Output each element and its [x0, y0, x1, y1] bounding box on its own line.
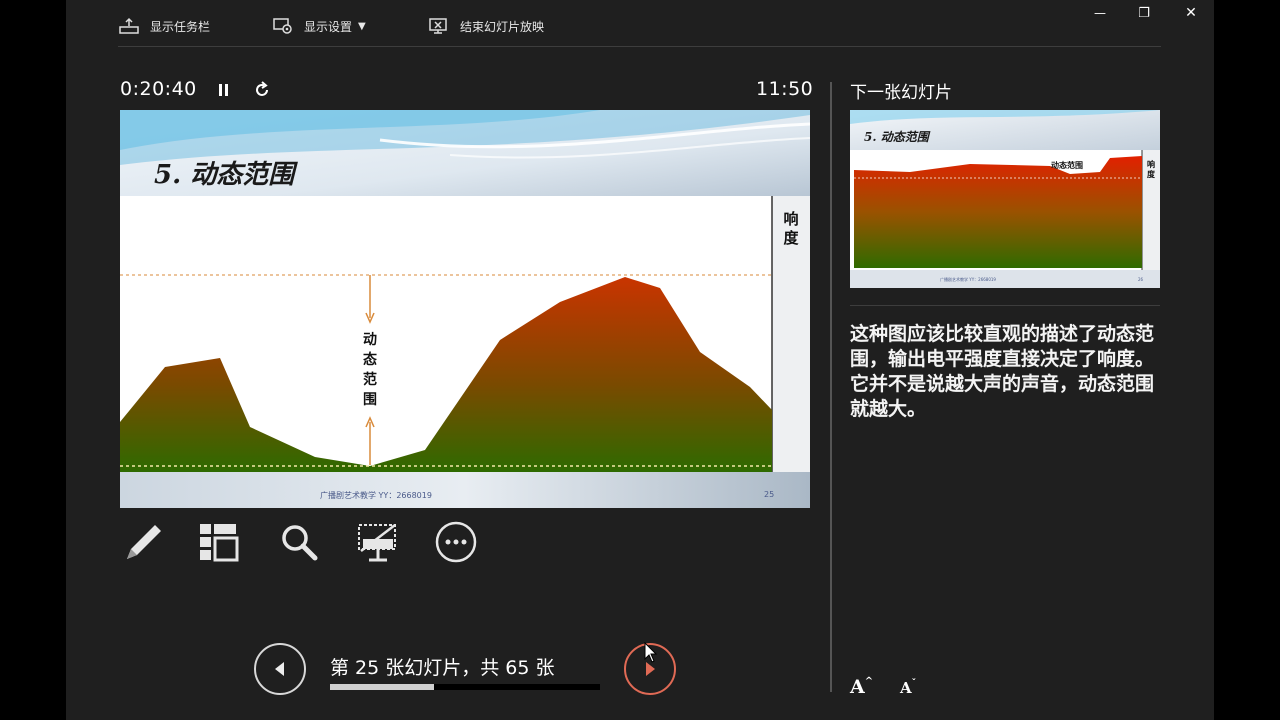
next-slide-title: 5. 动态范围: [864, 130, 929, 144]
show-taskbar-button[interactable]: 显示任务栏: [118, 14, 210, 38]
end-slideshow-label: 结束幻灯片放映: [460, 19, 545, 34]
close-button[interactable]: ✕: [1177, 4, 1205, 22]
display-settings-button[interactable]: 显示设置 ▼: [272, 14, 366, 38]
range-char-2: 态: [363, 352, 377, 368]
response-char-2: 度: [783, 229, 799, 247]
next-response-char-1: 响: [1147, 160, 1155, 169]
notes-divider: [850, 305, 1160, 306]
pen-tool-button[interactable]: [118, 520, 166, 564]
screen-off-icon: [358, 524, 396, 562]
caret-down-icon: ˇ: [911, 679, 917, 689]
next-response-char-2: 度: [1147, 170, 1155, 179]
pen-icon: [127, 525, 161, 559]
next-slide-preview[interactable]: 5. 动态范围 动态范围 响 度 广播剧艺术教学 YY：2668019 26: [850, 110, 1160, 288]
next-slide-response-label: 响 度: [1144, 160, 1158, 180]
mouse-cursor-icon: [644, 642, 658, 663]
current-slide[interactable]: 5. 动态范围 响 度 动 态 范 围 广播剧艺术教学 YY：2668019 2…: [120, 110, 810, 508]
minimize-button[interactable]: —: [1086, 4, 1114, 22]
reset-timer-button[interactable]: [252, 80, 272, 100]
panel-separator: [830, 82, 832, 692]
triangle-left-icon: [275, 662, 284, 676]
range-char-3: 范: [363, 372, 377, 388]
slide-progress-bar: [330, 684, 600, 690]
slide-footer: 广播剧艺术教学 YY：2668019: [320, 491, 432, 500]
clock: 11:50: [756, 78, 814, 100]
increase-font-button[interactable]: A^: [850, 676, 873, 698]
dynamic-range-label: 动 态 范 围: [358, 330, 382, 410]
more-options-button[interactable]: [432, 520, 480, 564]
reset-icon: [256, 81, 268, 96]
previous-slide-button[interactable]: [254, 643, 306, 695]
black-screen-button[interactable]: [354, 520, 402, 564]
display-settings-icon: [273, 18, 292, 34]
range-char-1: 动: [363, 332, 377, 348]
close-icon: ✕: [1185, 5, 1197, 21]
range-char-4: 围: [363, 392, 377, 408]
response-axis-label: 响 度: [780, 210, 802, 248]
caret-up-icon: ^: [864, 676, 874, 687]
speaker-notes[interactable]: 这种图应该比较直观的描述了动态范围，输出电平强度直接决定了响度。它并不是说越大声…: [850, 322, 1155, 422]
slide-title: 5. 动态范围: [154, 160, 295, 190]
increase-font-label: A: [850, 676, 865, 698]
display-settings-label: 显示设置: [304, 19, 353, 34]
slide-progress-fill: [330, 684, 434, 690]
response-char-1: 响: [783, 210, 799, 228]
elapsed-timer: 0:20:40: [120, 78, 197, 100]
toolbar-divider: [118, 46, 1161, 47]
restore-icon: ❐: [1138, 5, 1150, 21]
restore-button[interactable]: ❐: [1130, 4, 1158, 22]
end-slideshow-icon: [429, 18, 447, 34]
presenter-view: 显示任务栏 显示设置 ▼ 结束幻灯片放映 — ❐ ✕ 0:20:40 11:50…: [66, 0, 1214, 720]
show-taskbar-label: 显示任务栏: [150, 19, 211, 34]
grid-icon: [200, 524, 239, 562]
zoom-button[interactable]: [276, 520, 324, 564]
taskbar-icon: [119, 17, 139, 34]
more-icon: [435, 521, 477, 563]
decrease-font-label: A: [900, 679, 912, 697]
magnifier-icon: [282, 525, 318, 561]
slide-counter: 第 25 张幻灯片，共 65 张: [330, 657, 555, 679]
see-all-slides-button[interactable]: [196, 520, 244, 564]
end-slideshow-button[interactable]: 结束幻灯片放映: [428, 14, 544, 38]
next-slide-page-number: 26: [1138, 277, 1144, 282]
minimize-icon: —: [1094, 6, 1106, 20]
pause-button[interactable]: [214, 80, 234, 100]
decrease-font-button[interactable]: Aˇ: [900, 679, 916, 697]
next-slide-range-label: 动态范围: [1051, 161, 1083, 170]
chevron-down-icon: ▼: [358, 20, 366, 32]
next-slide-footer: 广播剧艺术教学 YY：2668019: [940, 277, 996, 282]
next-slide-heading: 下一张幻灯片: [850, 83, 952, 103]
pause-icon: [219, 84, 228, 96]
slide-page-number: 25: [764, 490, 775, 499]
